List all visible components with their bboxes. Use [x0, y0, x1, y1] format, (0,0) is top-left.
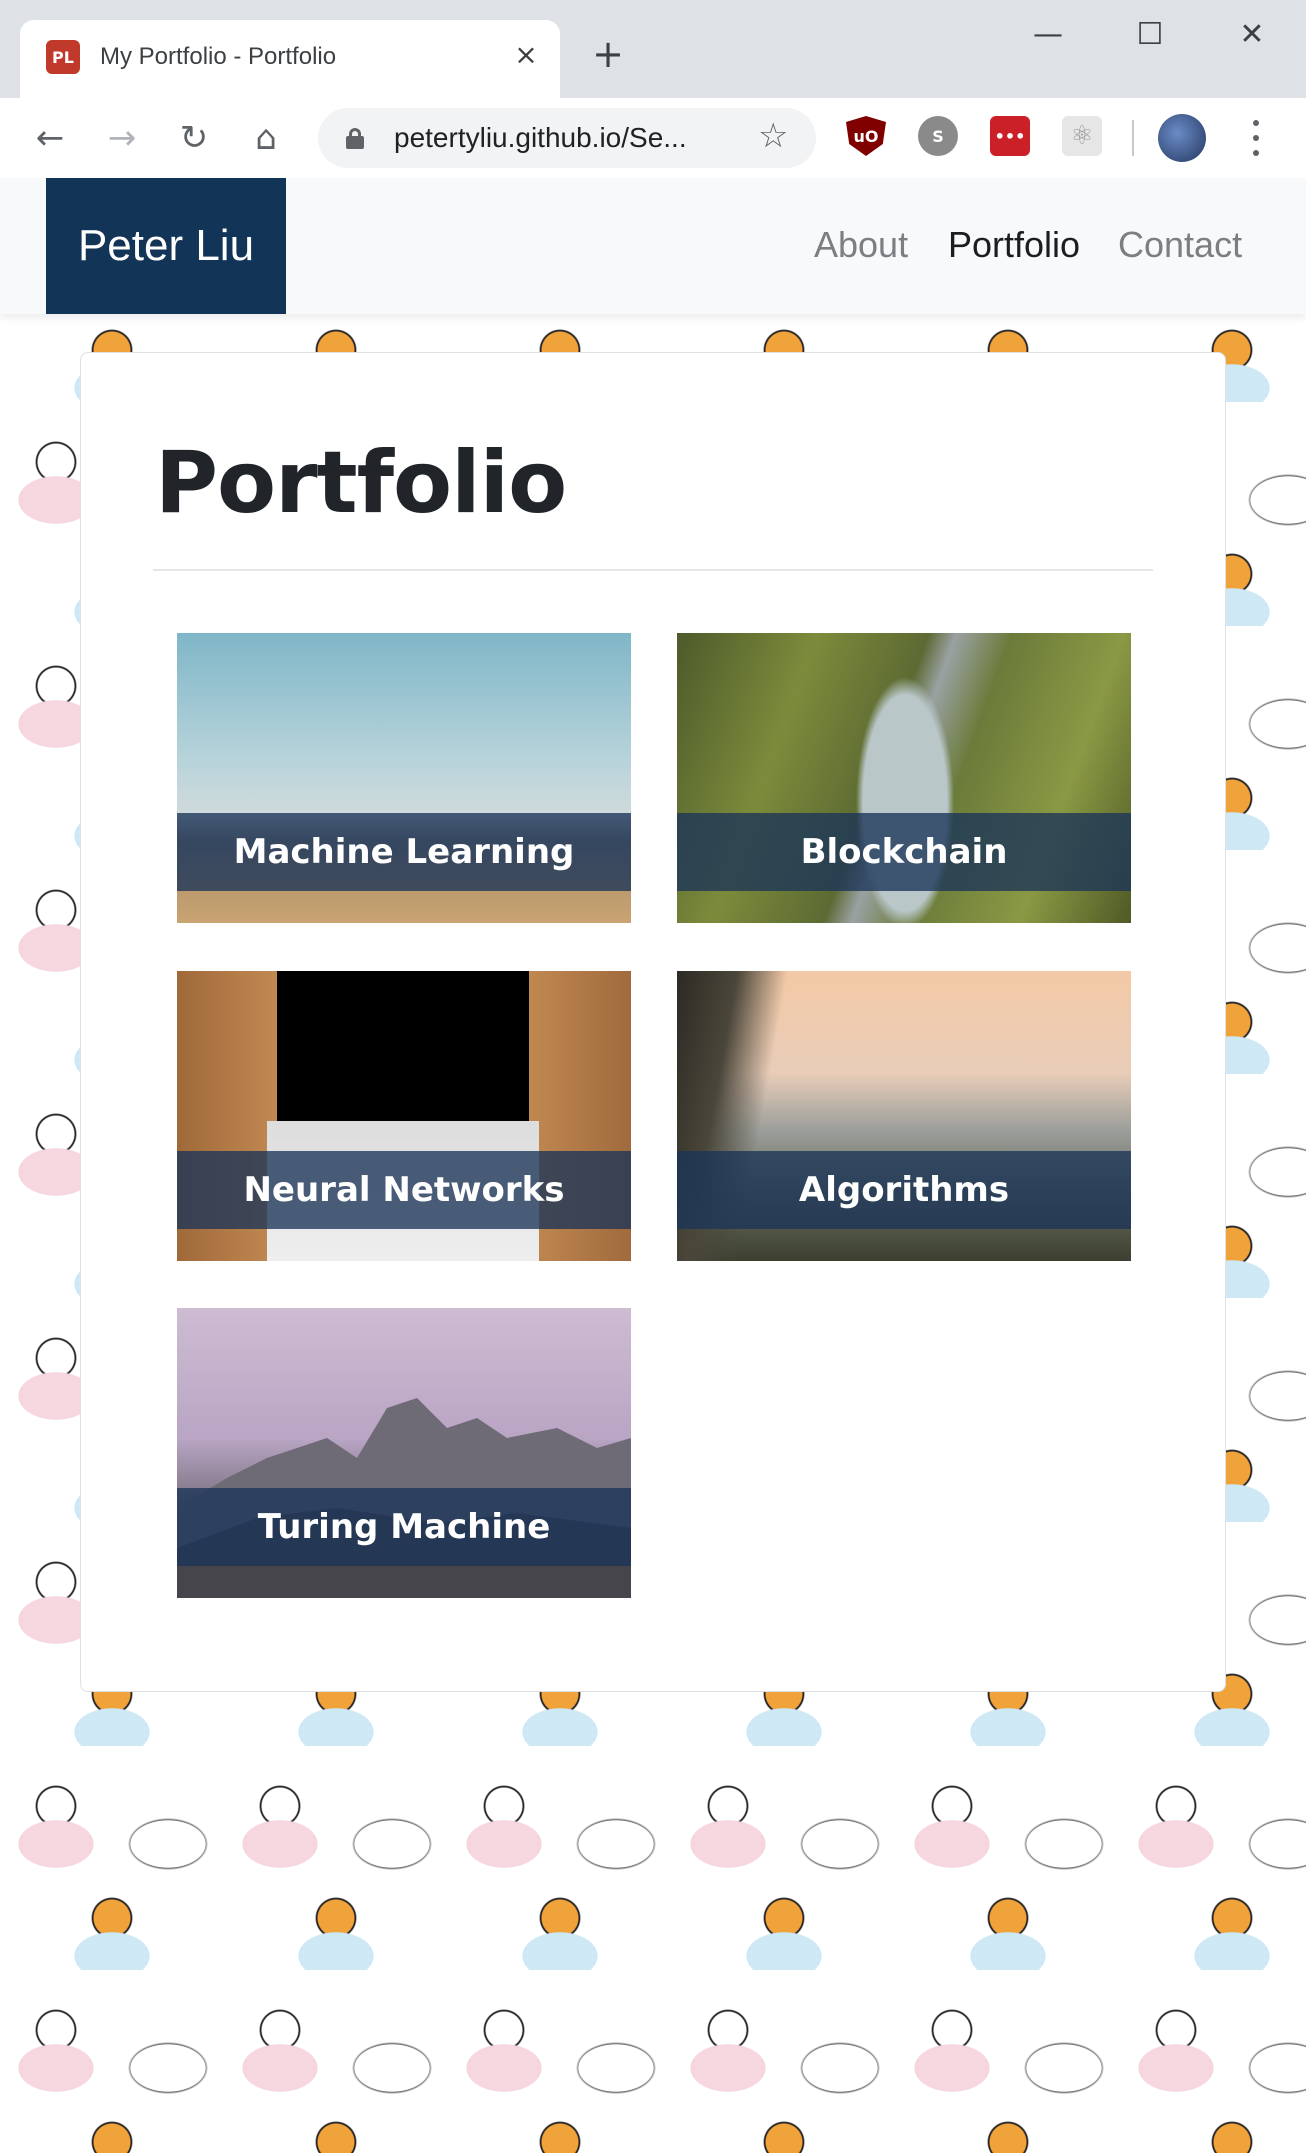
site-navbar: Peter Liu About Portfolio Contact	[0, 178, 1306, 314]
favicon-icon: PL	[46, 40, 80, 74]
url-text[interactable]: petertyliu.github.io/Se...	[394, 122, 687, 154]
portfolio-card: Portfolio Machine Learning Blockchain Ne…	[80, 352, 1226, 1692]
maximize-icon[interactable]: ☐	[1120, 14, 1180, 54]
project-caption: Turing Machine	[177, 1488, 631, 1566]
brand-logo[interactable]: Peter Liu	[46, 178, 286, 314]
react-devtools-icon[interactable]: ⚛	[1062, 116, 1102, 156]
lastpass-icon[interactable]: •••	[990, 116, 1030, 156]
address-bar[interactable]: petertyliu.github.io/Se... ☆	[318, 108, 816, 168]
toolbar-divider	[1132, 120, 1134, 156]
nav-about[interactable]: About	[814, 224, 908, 266]
window-close-icon[interactable]: ✕	[1222, 14, 1282, 54]
home-icon[interactable]: ⌂	[242, 114, 290, 162]
new-tab-icon[interactable]: +	[588, 32, 628, 76]
project-tile-neural-networks[interactable]: Neural Networks	[177, 971, 631, 1261]
lock-icon[interactable]	[346, 128, 364, 149]
browser-tab[interactable]: PL My Portfolio - Portfolio ×	[20, 20, 560, 98]
browser-toolbar: ← → ↻ ⌂ petertyliu.github.io/Se... ☆ uO …	[0, 98, 1306, 178]
nav-contact[interactable]: Contact	[1118, 224, 1242, 266]
profile-avatar[interactable]	[1158, 114, 1206, 162]
project-caption: Machine Learning	[177, 813, 631, 891]
project-tile-blockchain[interactable]: Blockchain	[677, 633, 1131, 923]
project-caption: Algorithms	[677, 1151, 1131, 1229]
project-tile-turing-machine[interactable]: Turing Machine	[177, 1308, 631, 1598]
page-viewport: Peter Liu About Portfolio Contact Portfo…	[0, 178, 1306, 2153]
page-title: Portfolio	[155, 433, 567, 533]
skype-icon[interactable]: S	[918, 116, 958, 156]
ublock-origin-icon[interactable]: uO	[846, 116, 886, 156]
tab-close-icon[interactable]: ×	[508, 36, 544, 72]
forward-icon[interactable]: →	[98, 114, 146, 162]
nav-portfolio[interactable]: Portfolio	[948, 224, 1080, 266]
tab-strip: PL My Portfolio - Portfolio × + — ☐ ✕	[0, 0, 1306, 98]
browser-menu-icon[interactable]	[1238, 116, 1274, 160]
project-tile-algorithms[interactable]: Algorithms	[677, 971, 1131, 1261]
reload-icon[interactable]: ↻	[170, 114, 218, 162]
project-tile-machine-learning[interactable]: Machine Learning	[177, 633, 631, 923]
project-caption: Neural Networks	[177, 1151, 631, 1229]
project-caption: Blockchain	[677, 813, 1131, 891]
tab-title: My Portfolio - Portfolio	[100, 43, 337, 70]
browser-chrome: PL My Portfolio - Portfolio × + — ☐ ✕ ← …	[0, 0, 1306, 178]
title-divider	[153, 569, 1153, 571]
back-icon[interactable]: ←	[26, 114, 74, 162]
minimize-icon[interactable]: —	[1018, 14, 1078, 54]
bookmark-star-icon[interactable]: ☆	[758, 116, 788, 156]
